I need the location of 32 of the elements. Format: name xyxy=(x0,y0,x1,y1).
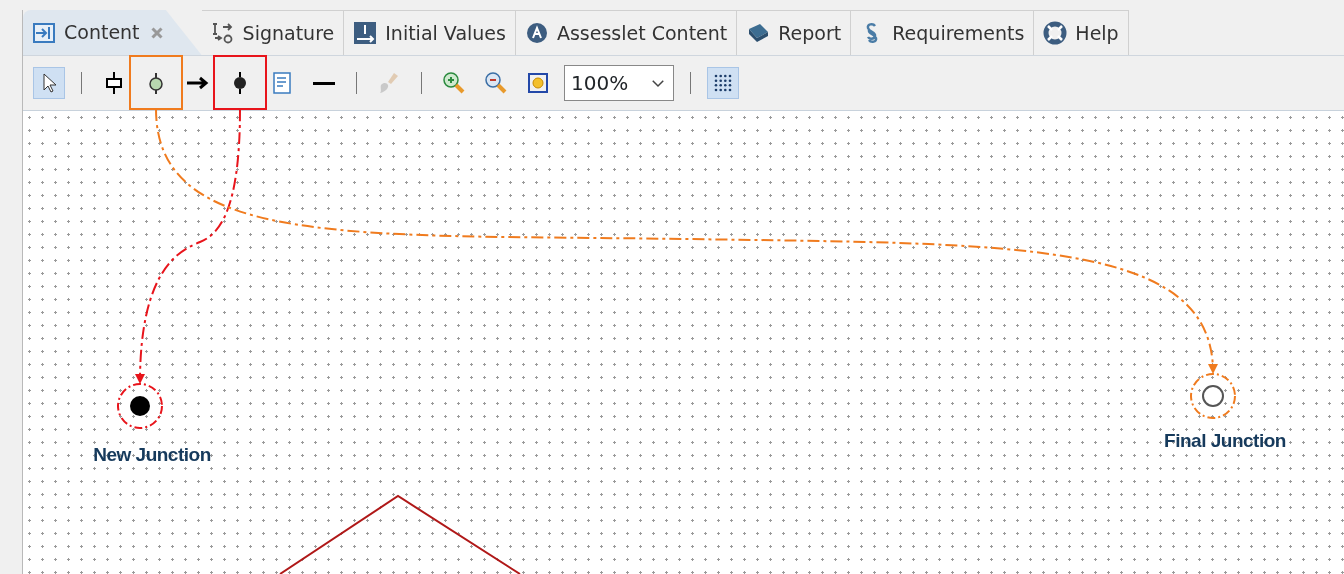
tab[interactable]: Signature xyxy=(201,10,345,55)
select-tool-button[interactable] xyxy=(33,67,65,99)
tab[interactable]: Report xyxy=(737,10,852,55)
junction-label: Final Junction xyxy=(1164,429,1286,453)
tab[interactable]: Content xyxy=(23,10,202,55)
tab-label: Initial Values xyxy=(385,20,506,46)
tab-label: Content xyxy=(64,20,140,46)
tab[interactable]: Requirements xyxy=(851,10,1035,55)
line-icon xyxy=(312,81,336,85)
book-icon xyxy=(746,21,771,45)
junction-node[interactable] xyxy=(130,396,150,416)
note-icon xyxy=(270,71,294,95)
tab-label: Report xyxy=(778,20,842,46)
tab[interactable]: Help xyxy=(1034,10,1129,55)
brush-icon xyxy=(377,71,401,95)
tab-label: Signature xyxy=(242,20,335,46)
grid-toggle-button[interactable] xyxy=(707,67,739,99)
panel-icon xyxy=(32,20,56,45)
fit-to-window-icon xyxy=(526,71,550,95)
signature-icon xyxy=(210,21,235,45)
tab[interactable]: Initial Values xyxy=(344,10,516,55)
junction-label: New Junction xyxy=(93,443,211,467)
tab[interactable]: Assesslet Content xyxy=(515,10,738,55)
tab-label: Requirements xyxy=(892,20,1025,46)
lifebuoy-icon xyxy=(1043,21,1068,45)
zoom-dropdown[interactable]: 100% xyxy=(564,65,674,101)
zoom-in-icon xyxy=(442,71,466,95)
circle-letter-icon xyxy=(524,21,549,45)
tab-label: Assesslet Content xyxy=(556,20,728,46)
info-icon xyxy=(353,21,378,45)
tab-label: Help xyxy=(1075,20,1119,46)
zoom-out-icon xyxy=(484,71,508,95)
